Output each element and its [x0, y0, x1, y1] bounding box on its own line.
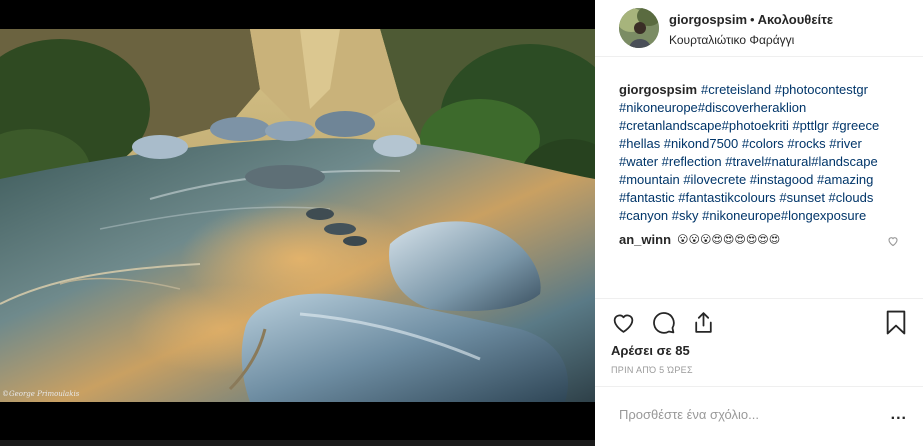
post-image[interactable]: ©George Primoulakis	[0, 29, 595, 402]
share-icon[interactable]	[691, 302, 731, 342]
comments-section: giorgospsim #creteisland #photocontestgr …	[595, 57, 923, 249]
following-button[interactable]: Ακολουθείτε	[758, 12, 834, 27]
caption-hashtags-line[interactable]: #fantastic #fantastikcolours #sunset #cl…	[619, 190, 873, 205]
caption-username[interactable]: giorgospsim	[619, 82, 697, 97]
caption-hashtags-line[interactable]: #water #reflection #travel#natural#lands…	[619, 154, 878, 169]
likes-count[interactable]: Αρέσει σε 85	[611, 343, 907, 358]
post-image-area: ©George Primoulakis	[0, 0, 595, 446]
caption-hashtags-line[interactable]: #mountain #ilovecrete #instagood #amazin…	[619, 172, 873, 187]
heart-icon[interactable]	[611, 302, 651, 342]
caption-hashtags-line[interactable]: #nikoneurope#discoverheraklion	[619, 100, 806, 115]
comment-text: 😮😮😮😍😍😍😍😍😍	[677, 234, 781, 246]
post-timestamp[interactable]: ΠΡΙΝ ΑΠΌ 5 ΏΡΕΣ	[611, 365, 907, 375]
bookmark-icon[interactable]	[877, 302, 907, 342]
comment-item: an_winn 😮😮😮😍😍😍😍😍😍	[619, 231, 899, 249]
heart-icon[interactable]	[887, 234, 899, 252]
caption: giorgospsim #creteisland #photocontestgr …	[619, 81, 899, 225]
caption-hashtags-line[interactable]: #canyon #sky #nikoneurope#longexposure	[619, 208, 866, 223]
comment-username[interactable]: an_winn	[619, 231, 671, 249]
post-actions: Αρέσει σε 85 ΠΡΙΝ ΑΠΌ 5 ΏΡΕΣ	[595, 298, 923, 375]
post-panel: giorgospsim • Ακολουθείτε Κουρταλιώτικο Φα…	[595, 0, 923, 446]
avatar[interactable]	[619, 8, 659, 48]
add-comment-bar: ...	[595, 386, 923, 442]
comment-icon[interactable]	[651, 302, 691, 342]
more-options-icon[interactable]: ...	[891, 406, 907, 424]
caption-hashtags-line[interactable]: #creteisland #photocontestgr	[701, 82, 868, 97]
comment-input[interactable]	[619, 407, 891, 422]
bottom-strip	[0, 440, 595, 446]
post-header: giorgospsim • Ακολουθείτε Κουρταλιώτικο Φα…	[595, 0, 923, 57]
header-username[interactable]: giorgospsim	[669, 12, 747, 27]
caption-hashtags-line[interactable]: #hellas #nikond7500 #colors #rocks #rive…	[619, 136, 862, 151]
separator-dot: •	[750, 11, 755, 27]
location-link[interactable]: Κουρταλιώτικο Φαράγγι	[669, 33, 833, 47]
caption-hashtags-line[interactable]: #cretanlandscape#photoekriti #pttlgr #gr…	[619, 118, 879, 133]
image-watermark: ©George Primoulakis	[2, 390, 80, 398]
action-icons-row	[611, 299, 907, 345]
